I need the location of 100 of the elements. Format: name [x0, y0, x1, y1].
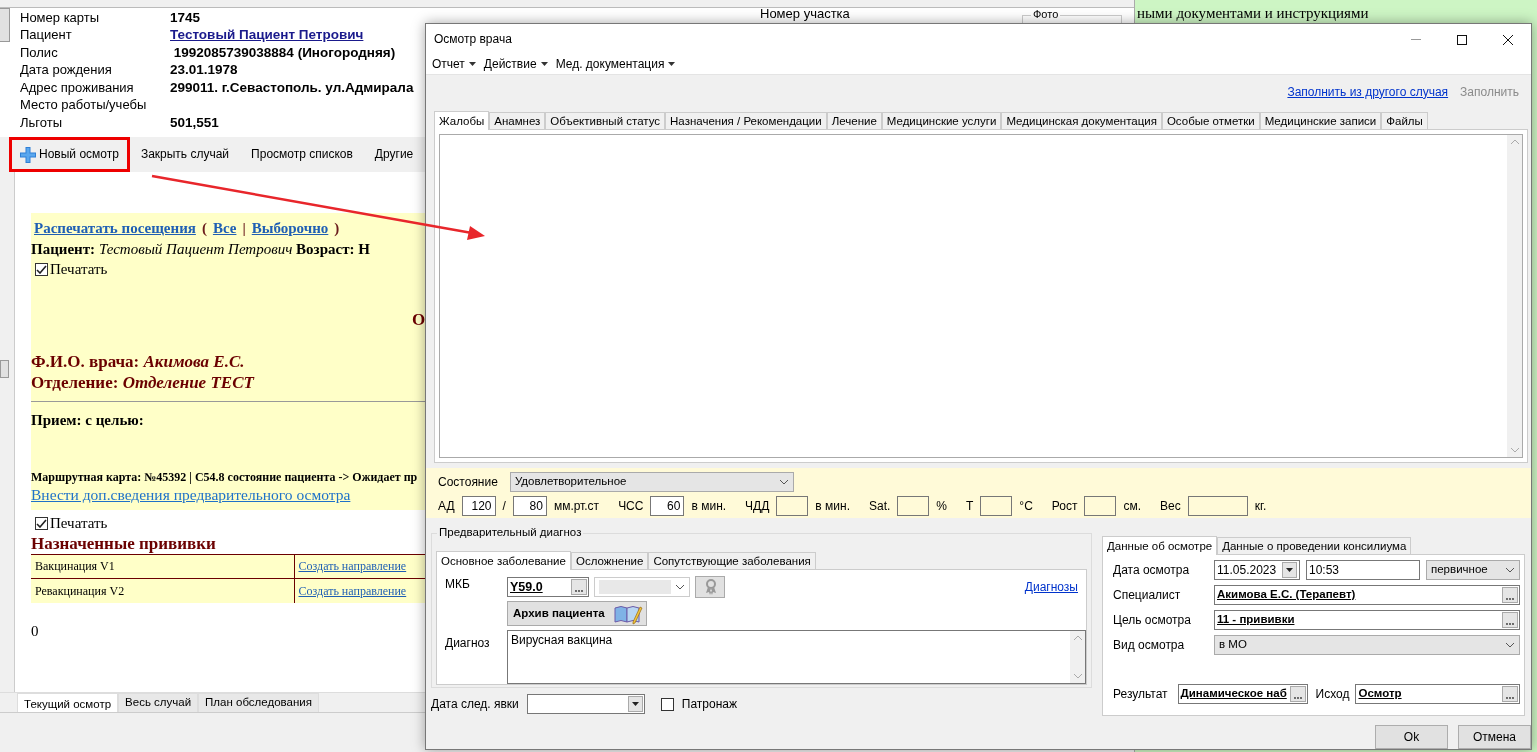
time-field[interactable]: 10:53	[1306, 560, 1420, 580]
browse-button[interactable]	[1289, 686, 1306, 702]
toolbar-button[interactable]: Закрыть случай	[132, 143, 238, 166]
input-field[interactable]	[1084, 496, 1117, 516]
tab[interactable]: Весь случай	[118, 693, 199, 712]
tab[interactable]: Данные о проведении консилиума	[1217, 537, 1412, 554]
toolbar-button[interactable]: Просмотр списков	[243, 143, 361, 166]
diagnoses-link[interactable]: Диагнозы	[1024, 579, 1078, 595]
tab[interactable]: Медицинские записи	[1259, 112, 1382, 129]
field-label: Исход	[1315, 686, 1350, 702]
input-field[interactable]: 60	[650, 496, 685, 516]
field-label: АД	[438, 498, 455, 514]
tab[interactable]: Жалобы	[434, 111, 490, 130]
input-field[interactable]: 80	[512, 496, 547, 516]
tab[interactable]: Назначения / Рекомендации	[665, 112, 827, 129]
unit-label: см.	[1123, 498, 1142, 514]
chevron-up-icon	[1509, 139, 1520, 145]
department-line: Отделение: Отделение ТЕСТ	[31, 372, 254, 393]
fill-link[interactable]: Заполнить из другого случая	[1287, 84, 1449, 99]
field-label: ЧДД	[745, 498, 770, 514]
value-text: 0	[31, 622, 39, 639]
tab[interactable]: Медицинские услуги	[881, 112, 1002, 129]
field-value: 1992085739038884 (Иногородняя)	[172, 44, 396, 60]
field-label: Номер карты	[20, 9, 101, 26]
unit-label: /	[502, 498, 506, 514]
print-option-link[interactable]: Все	[212, 220, 237, 236]
dropdown-button[interactable]	[627, 696, 643, 712]
print-option-link[interactable]: Выборочно	[251, 220, 329, 236]
condition-dropdown[interactable]: Удовлетворительное	[509, 472, 794, 492]
tab[interactable]: Осложнение	[570, 552, 649, 569]
window-title: Осмотр врача	[434, 32, 513, 47]
scrollbar[interactable]	[1070, 631, 1085, 683]
maximize-icon	[1457, 34, 1467, 45]
instruction-text: ными документами и инструкциями	[1136, 5, 1369, 21]
browse-button[interactable]	[1502, 686, 1518, 702]
input-field[interactable]	[776, 496, 809, 516]
field-label: Адрес проживания	[20, 79, 135, 96]
menu-item[interactable]: Отчет	[428, 57, 480, 72]
tab[interactable]: Особые отметки	[1161, 112, 1260, 129]
print-visits-link[interactable]: Распечатать посещения	[34, 220, 196, 236]
field-label: T	[966, 498, 974, 514]
tab[interactable]: Данные об осмотре	[1102, 536, 1218, 555]
diagnosis-field[interactable]: Вирусная вакцина	[507, 630, 1086, 684]
field-label: Состояние	[438, 474, 498, 490]
toolbar-button[interactable]: Другие	[366, 143, 422, 166]
ribbon-button[interactable]	[695, 576, 725, 598]
visit-type-dropdown[interactable]: первичное	[1426, 560, 1520, 580]
unit-label: %	[936, 498, 947, 514]
table-cell: Вакцинация V1	[31, 554, 294, 579]
patient-link[interactable]: Тестовый Пациент Петрович	[170, 27, 364, 43]
checkbox[interactable]	[660, 697, 674, 711]
tab[interactable]: Текущий осмотр	[17, 693, 119, 712]
menu-item[interactable]: Действие	[479, 57, 552, 72]
cancel-button[interactable]: Отмена	[1458, 725, 1531, 749]
input-field[interactable]	[897, 496, 930, 516]
menu-item[interactable]: Мед. документация	[551, 57, 680, 72]
tab[interactable]: Лечение	[826, 112, 882, 129]
extra-info-link[interactable]: Внести доп.сведения предварительного осмотра	[31, 485, 351, 505]
tab[interactable]: Сопутствующие заболевания	[648, 552, 816, 569]
browse-button[interactable]	[1502, 612, 1518, 628]
date-field[interactable]	[526, 694, 645, 714]
tab[interactable]: Файлы	[1381, 112, 1428, 129]
tab[interactable]: Объективный статус	[545, 112, 666, 129]
create-referral-link[interactable]: Создать направление	[298, 583, 407, 598]
ok-button[interactable]: Ok	[1375, 725, 1448, 749]
code-field[interactable]: Y59.0	[507, 577, 589, 597]
tab[interactable]: План обследования	[198, 693, 319, 712]
chevron-down-icon	[1505, 642, 1515, 648]
doctor-line: Ф.И.О. врача: Акимова Е.С.	[31, 351, 245, 372]
lookup-field[interactable]: Осмотр	[1355, 684, 1520, 704]
date-field[interactable]: 11.05.2023	[1214, 560, 1300, 580]
checkbox[interactable]	[35, 516, 48, 530]
caret-icon	[668, 62, 676, 67]
lookup-field[interactable]: Акимова Е.С. (Терапевт)	[1214, 585, 1520, 605]
side-button[interactable]	[0, 8, 10, 42]
tab[interactable]: Медицинская документация	[1001, 112, 1162, 129]
field-label: Вид осмотра	[1113, 637, 1186, 653]
field-label: МКБ	[445, 577, 470, 591]
unit-label: в мин.	[691, 498, 727, 514]
field-label: Результат	[1113, 686, 1168, 702]
checkbox-label: Печатать	[50, 514, 108, 533]
input-field[interactable]	[980, 496, 1013, 516]
field-label: Дата рождения	[20, 62, 113, 79]
tab[interactable]: Основное заболевание	[436, 551, 571, 570]
input-field[interactable]	[1187, 496, 1248, 516]
dropdown-button[interactable]	[1282, 562, 1297, 578]
complaints-field[interactable]	[439, 134, 1523, 458]
browse-button[interactable]	[1502, 587, 1518, 603]
lookup-field[interactable]: 11 - прививки	[1214, 610, 1520, 630]
tab[interactable]: Анамнез	[489, 112, 546, 129]
exam-kind-dropdown[interactable]: в МО	[1214, 635, 1520, 655]
checkbox[interactable]	[35, 262, 48, 276]
browse-button[interactable]	[571, 579, 587, 595]
scroll-button[interactable]	[0, 360, 9, 378]
archive-button[interactable]: Архив пациента	[507, 601, 647, 626]
field-value: 299011. г.Севастополь. ул.Адмирала	[170, 79, 414, 95]
toolbar-button[interactable]: Новый осмотр	[12, 142, 127, 167]
lookup-field[interactable]: Динамическое наб	[1177, 684, 1308, 704]
scrollbar[interactable]	[1507, 135, 1522, 457]
input-field[interactable]: 120	[461, 496, 496, 516]
